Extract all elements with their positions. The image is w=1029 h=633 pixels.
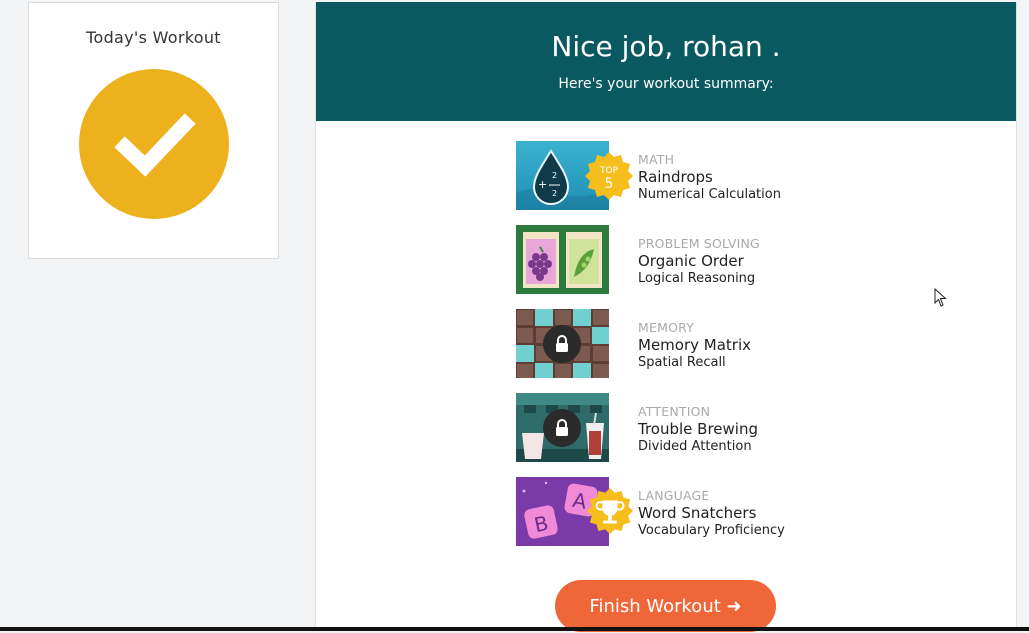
summary-banner: Nice job, rohan . Here's your workout su…	[316, 2, 1016, 121]
svg-text:2: 2	[552, 189, 557, 198]
game-row-raindrops[interactable]: + 2 2 TOP 5 MATH Raindrops Numerical Cal…	[516, 141, 916, 225]
todays-workout-title: Today's Workout	[86, 28, 221, 47]
game-category: LANGUAGE	[638, 488, 710, 503]
bottom-edge-bar	[0, 627, 1029, 631]
trophy-icon	[586, 487, 634, 535]
lock-icon	[543, 325, 581, 363]
game-category: MATH	[638, 152, 675, 167]
game-skill: Vocabulary Proficiency	[638, 523, 785, 538]
banner-title: Nice job, rohan .	[551, 30, 781, 63]
game-row-trouble-brewing[interactable]: ATTENTION Trouble Brewing Divided Attent…	[516, 393, 916, 477]
finish-workout-button[interactable]: Finish Workout ➜	[555, 580, 776, 632]
game-skill: Logical Reasoning	[638, 271, 756, 286]
todays-workout-card: Today's Workout	[28, 2, 279, 259]
game-name: Trouble Brewing	[638, 420, 758, 438]
svg-text:+: +	[538, 178, 547, 191]
game-row-organic-order[interactable]: PROBLEM SOLVING Organic Order Logical Re…	[516, 225, 916, 309]
game-list: + 2 2 TOP 5 MATH Raindrops Numerical Cal…	[516, 141, 916, 561]
top-badge-number: 5	[605, 176, 614, 192]
game-text: MATH Raindrops Numerical Calculation	[638, 151, 781, 204]
top-badge-label: TOP	[599, 166, 619, 176]
top-5-badge: TOP 5	[584, 151, 634, 201]
game-row-memory-matrix[interactable]: MEMORY Memory Matrix Spatial Recall	[516, 309, 916, 393]
lock-icon	[543, 409, 581, 447]
game-text: ATTENTION Trouble Brewing Divided Attent…	[638, 403, 758, 456]
game-category: ATTENTION	[638, 404, 711, 419]
game-skill: Divided Attention	[638, 439, 752, 454]
game-text: PROBLEM SOLVING Organic Order Logical Re…	[638, 235, 760, 288]
mouse-cursor-icon	[934, 287, 948, 308]
game-text: LANGUAGE Word Snatchers Vocabulary Profi…	[638, 487, 785, 540]
game-category: PROBLEM SOLVING	[638, 236, 760, 251]
check-icon	[79, 69, 229, 219]
game-skill: Numerical Calculation	[638, 187, 781, 202]
organic-order-thumbnail	[516, 225, 609, 294]
game-category: MEMORY	[638, 320, 695, 335]
svg-text:2: 2	[552, 171, 557, 180]
game-skill: Spatial Recall	[638, 355, 726, 370]
game-name: Organic Order	[638, 252, 744, 270]
game-name: Raindrops	[638, 168, 713, 186]
game-name: Memory Matrix	[638, 336, 751, 354]
game-row-word-snatchers[interactable]: B A LANGUAGE Word Snatchers Vocabulary P…	[516, 477, 916, 561]
game-text: MEMORY Memory Matrix Spatial Recall	[638, 319, 751, 372]
game-name: Word Snatchers	[638, 504, 757, 522]
banner-subtitle: Here's your workout summary:	[558, 76, 774, 92]
workout-summary-panel: Nice job, rohan . Here's your workout su…	[315, 2, 1017, 632]
